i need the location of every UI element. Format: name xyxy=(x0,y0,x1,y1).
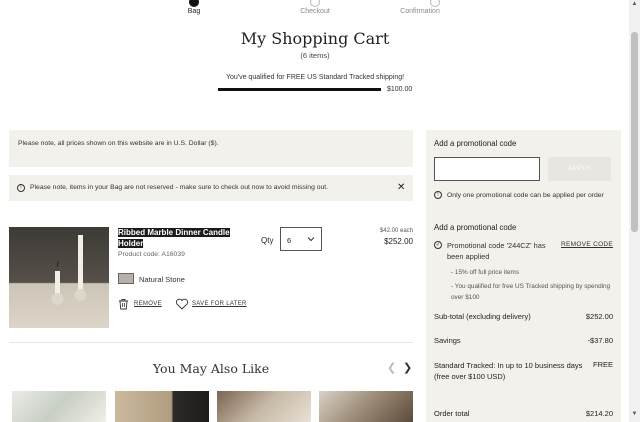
quantity-value: 6 xyxy=(287,236,292,245)
section-divider xyxy=(9,342,413,343)
product-code: Product code: A16039 xyxy=(118,251,185,258)
shipping-threshold: $100.00 xyxy=(387,86,413,93)
trash-icon[interactable] xyxy=(118,298,129,312)
order-total-value: $214.20 xyxy=(585,409,613,418)
qty-label: Qty xyxy=(261,236,274,245)
step-checkout-label: Checkout xyxy=(300,8,330,15)
promo-note: Only one promotional code can be applied… xyxy=(447,192,604,199)
chevron-left-icon[interactable]: ❮ xyxy=(387,361,396,374)
color-name: Natural Stone xyxy=(139,275,185,284)
page-title: My Shopping Cart xyxy=(240,29,390,48)
savings-value: -$37.80 xyxy=(587,336,613,345)
shipping-progress-bar xyxy=(218,88,381,91)
quantity-select[interactable]: 6 xyxy=(280,227,322,251)
promo-heading: Add a promotional code xyxy=(434,139,517,148)
info-icon: ! xyxy=(17,184,25,192)
product-name[interactable]: Ribbed Marble Dinner Candle Holder xyxy=(118,228,234,249)
step-bag-label: Bag xyxy=(187,8,201,15)
reserve-notice-text: Please note, items in your Bag are not r… xyxy=(30,184,329,191)
shipping-value: FREE xyxy=(592,360,613,369)
step-bag-dot xyxy=(189,0,199,7)
currency-notice xyxy=(9,130,413,167)
close-icon[interactable]: ✕ xyxy=(397,182,405,193)
order-total-label: Order total xyxy=(434,409,470,418)
scroll-down-icon[interactable]: ▼ xyxy=(630,411,639,417)
chevron-right-icon[interactable]: ❯ xyxy=(403,361,412,374)
items-count: (6 items) xyxy=(300,51,330,60)
savings-label: Savings xyxy=(434,336,461,345)
check-circle-icon: ✓ xyxy=(434,241,442,249)
remove-code-link[interactable]: REMOVE CODE xyxy=(561,241,613,248)
recommendation-tile[interactable] xyxy=(217,391,311,422)
price-each: $42.00 each xyxy=(379,228,413,234)
color-swatch xyxy=(118,273,134,284)
remove-item-link[interactable]: REMOVE xyxy=(134,301,162,307)
recommendation-tile[interactable] xyxy=(319,391,413,422)
promo-applied-text: Promotional code '244CZ' has been applie… xyxy=(447,241,546,261)
step-confirmation-label: Confirmation xyxy=(400,8,440,15)
chevron-down-icon xyxy=(307,235,315,244)
heart-icon[interactable] xyxy=(175,298,189,312)
recommendation-tile[interactable] xyxy=(115,391,209,422)
applied-promo-heading: Add a promotional code xyxy=(434,223,517,232)
shipping-qualified-message: You've qualified for FREE US Standard Tr… xyxy=(225,74,405,81)
save-for-later-link[interactable]: SAVE FOR LATER xyxy=(192,301,247,307)
line-total: $252.00 xyxy=(384,237,413,246)
info-icon: ! xyxy=(434,191,442,199)
apply-button[interactable]: APPLY xyxy=(548,157,611,181)
step-checkout-dot xyxy=(310,0,320,7)
recommendation-tile[interactable] xyxy=(12,391,106,422)
promo-detail-2: - You qualified for free US Tracked ship… xyxy=(451,283,611,301)
subtotal-label: Sub-total (excluding delivery) xyxy=(434,312,531,321)
checkout-progress: Bag Checkout Confirmation xyxy=(0,0,630,20)
product-name-text[interactable]: Ribbed Marble Dinner Candle Holder xyxy=(118,228,230,248)
subtotal-value: $252.00 xyxy=(585,312,613,321)
step-confirmation-dot xyxy=(430,0,440,7)
promo-detail-1: - 15% off full price items xyxy=(451,269,520,276)
scroll-up-icon[interactable]: ▲ xyxy=(630,1,639,7)
recommendations-title: You May Also Like xyxy=(152,361,270,376)
product-image[interactable] xyxy=(9,227,109,328)
promo-code-input[interactable] xyxy=(434,157,540,181)
currency-notice-text: Please note, all prices shown on this we… xyxy=(18,140,219,147)
scrollbar-thumb[interactable] xyxy=(631,32,638,232)
